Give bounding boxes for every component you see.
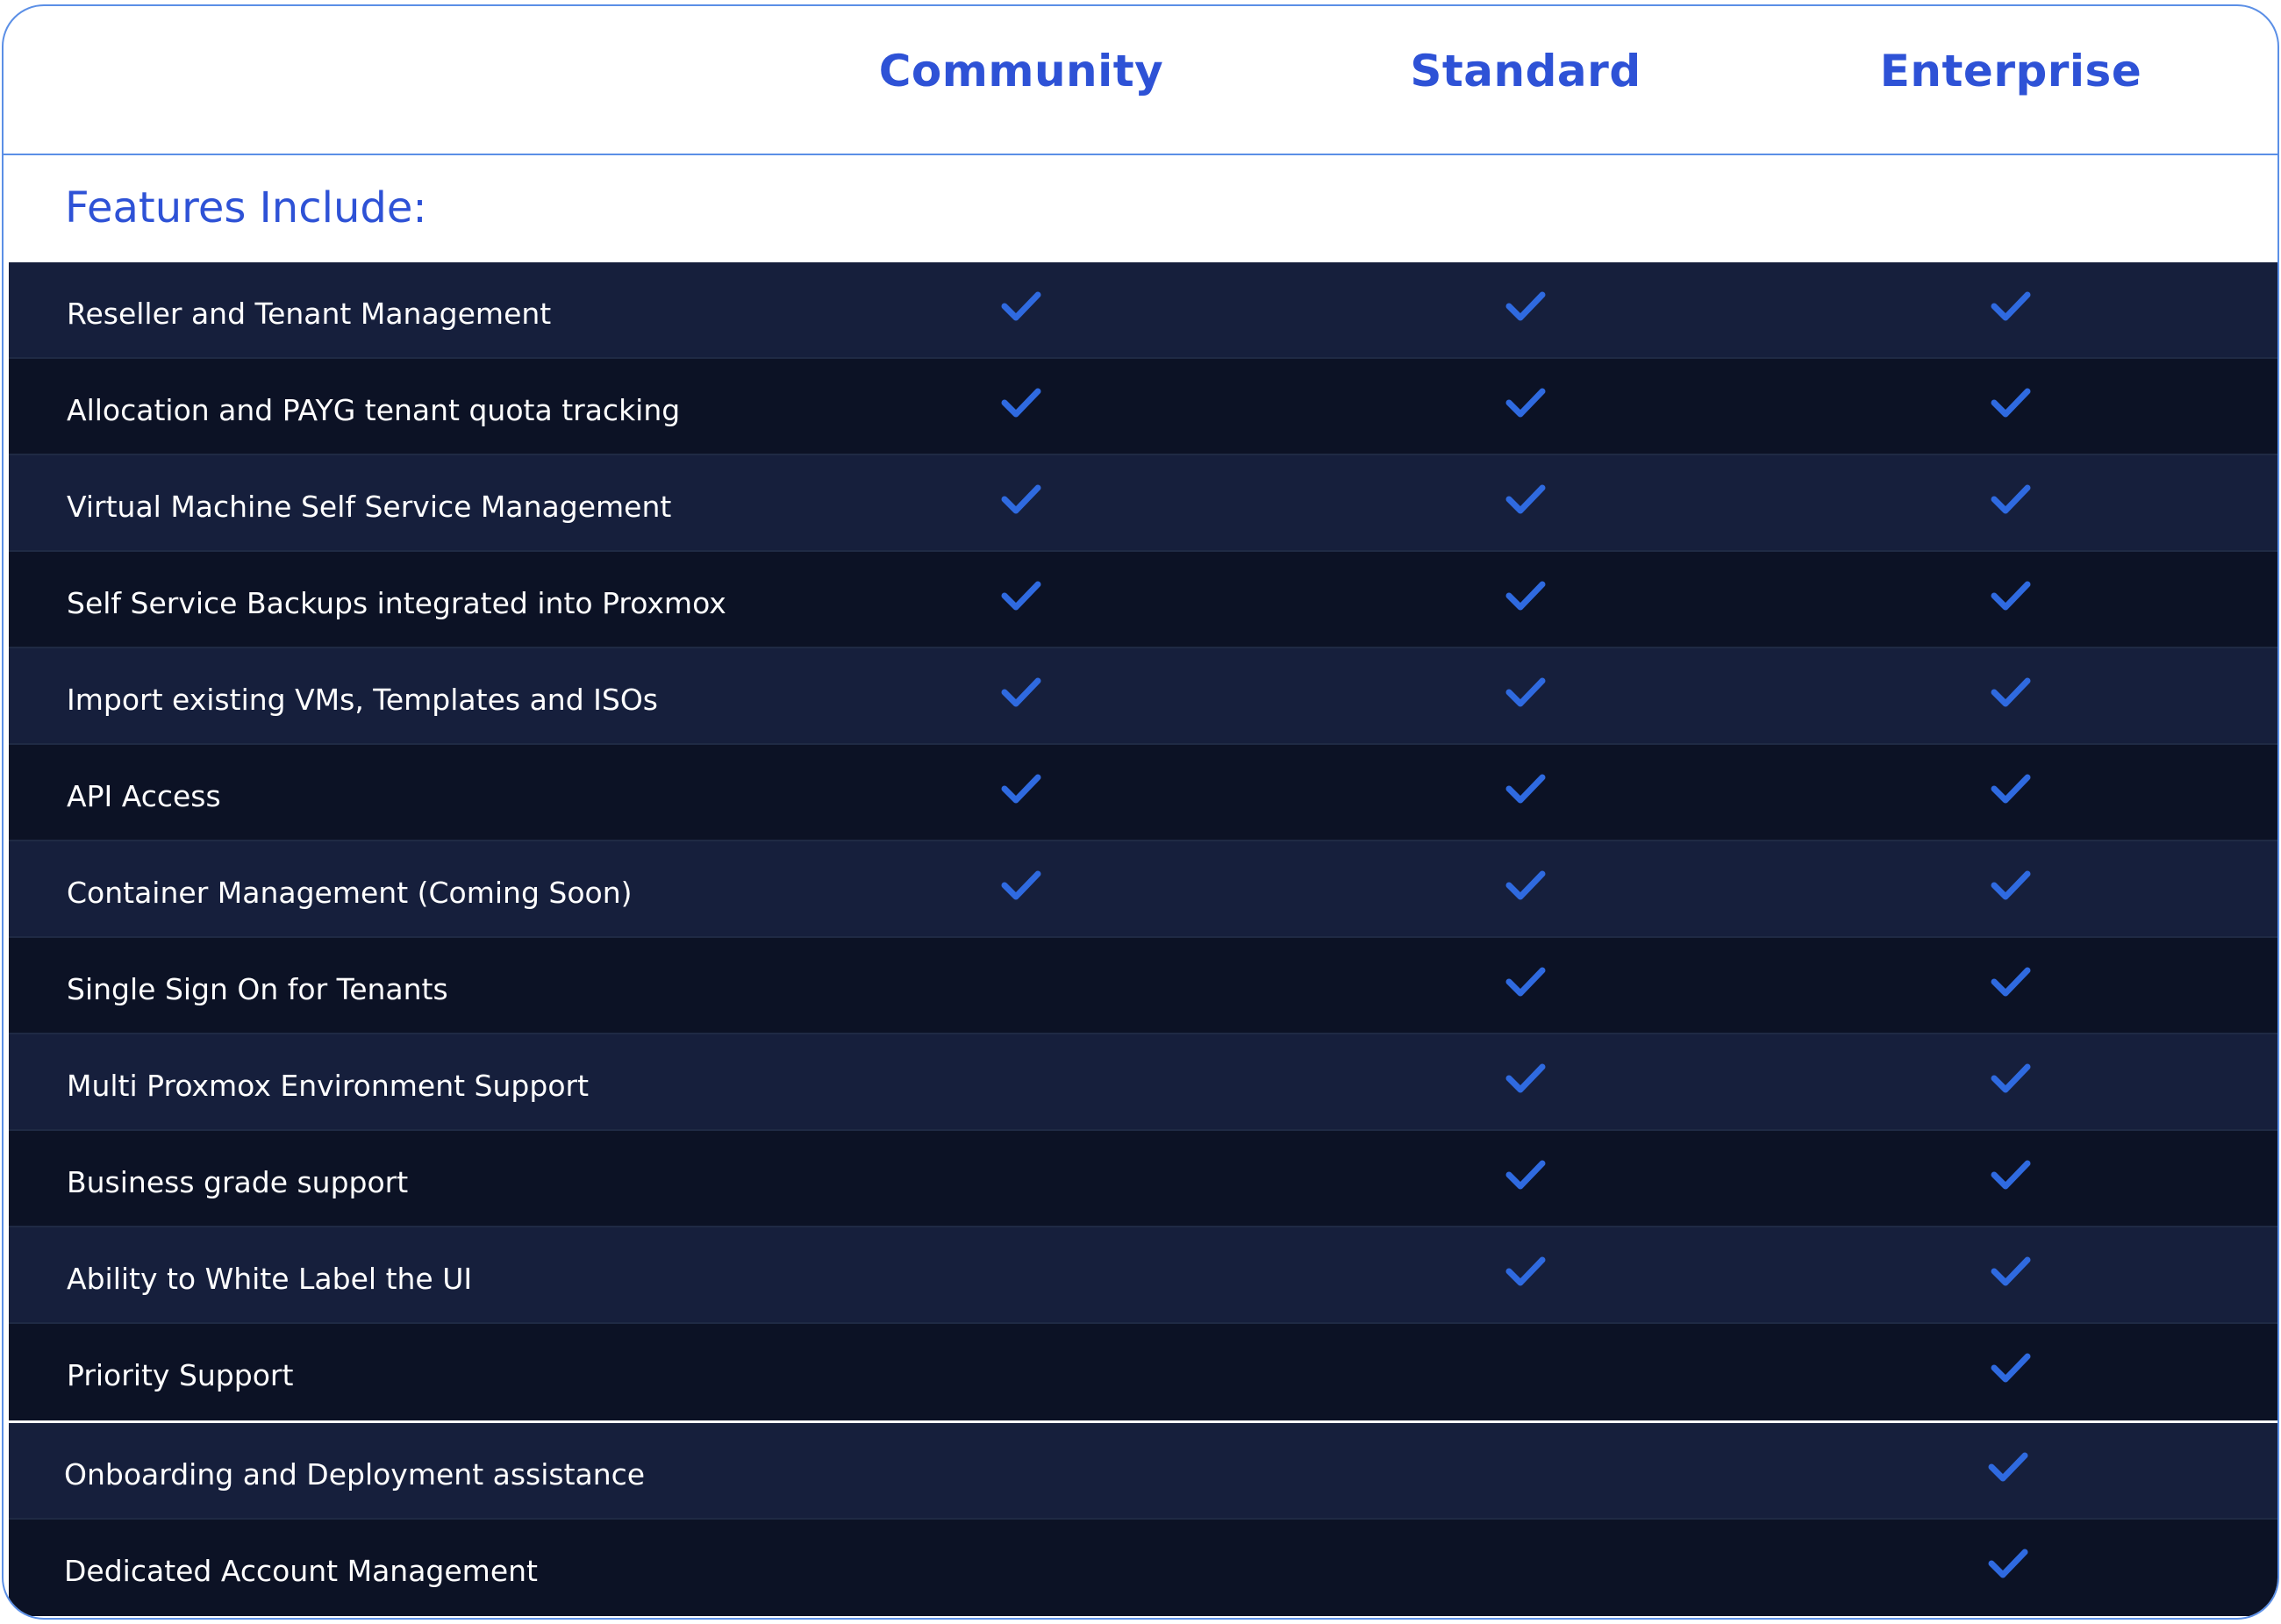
feature-label: Multi Proxmox Environment Support xyxy=(67,1069,590,1103)
feature-row: Single Sign On for Tenants xyxy=(9,938,2277,1034)
feature-row: Allocation and PAYG tenant quota trackin… xyxy=(9,359,2277,455)
checkmark-icon xyxy=(1505,1061,1546,1096)
checkmark-icon xyxy=(1505,482,1546,517)
feature-row: Import existing VMs, Templates and ISOs xyxy=(9,648,2277,745)
checkmark-icon xyxy=(1991,289,2031,324)
feature-label: Single Sign On for Tenants xyxy=(67,972,448,1006)
feature-label: Allocation and PAYG tenant quota trackin… xyxy=(67,393,681,427)
checkmark-icon xyxy=(1991,1157,2031,1192)
feature-table: Reseller and Tenant Management Allocation… xyxy=(9,262,2277,1616)
checkmark-icon xyxy=(1505,385,1546,420)
checkmark-icon xyxy=(1991,482,2031,517)
feature-label: Import existing VMs, Templates and ISOs xyxy=(67,683,658,717)
feature-label: Ability to White Label the UI xyxy=(67,1262,473,1296)
feature-row: Reseller and Tenant Management xyxy=(9,262,2277,359)
feature-label: Container Management (Coming Soon) xyxy=(67,876,633,910)
feature-label: Virtual Machine Self Service Management xyxy=(67,490,672,524)
checkmark-icon xyxy=(1505,964,1546,999)
checkmark-icon xyxy=(1001,578,1041,613)
feature-label: Onboarding and Deployment assistance xyxy=(64,1457,646,1492)
feature-label: Dedicated Account Management xyxy=(64,1554,538,1588)
checkmark-icon xyxy=(1001,385,1041,420)
checkmark-icon xyxy=(1991,675,2031,710)
feature-row: Dedicated Account Management xyxy=(9,1520,2277,1616)
plan-enterprise-heading: Enterprise xyxy=(1879,46,2142,97)
feature-row: Priority Support xyxy=(9,1324,2277,1420)
feature-row: Multi Proxmox Environment Support xyxy=(9,1034,2277,1131)
pricing-comparison-card: Community Standard Enterprise Features I… xyxy=(2,4,2279,1620)
checkmark-icon xyxy=(1001,771,1041,806)
feature-label: Priority Support xyxy=(67,1358,294,1392)
checkmark-icon xyxy=(1505,289,1546,324)
checkmark-icon xyxy=(1001,289,1041,324)
checkmark-icon xyxy=(1505,771,1546,806)
checkmark-icon xyxy=(1991,578,2031,613)
checkmark-icon xyxy=(1991,385,2031,420)
feature-row: Business grade support xyxy=(9,1131,2277,1227)
checkmark-icon xyxy=(1991,1061,2031,1096)
feature-label: Self Service Backups integrated into Pro… xyxy=(67,586,726,620)
checkmark-icon xyxy=(1988,1449,2028,1484)
checkmark-icon xyxy=(1505,868,1546,903)
feature-row: Virtual Machine Self Service Management xyxy=(9,455,2277,552)
checkmark-icon xyxy=(1991,771,2031,806)
feature-row: Onboarding and Deployment assistance xyxy=(9,1423,2277,1520)
checkmark-icon xyxy=(1991,1254,2031,1289)
feature-row: Container Management (Coming Soon) xyxy=(9,841,2277,938)
feature-row: Ability to White Label the UI xyxy=(9,1227,2277,1324)
checkmark-icon xyxy=(1001,675,1041,710)
checkmark-icon xyxy=(1991,868,2031,903)
feature-label: Reseller and Tenant Management xyxy=(67,297,552,331)
checkmark-icon xyxy=(1991,964,2031,999)
checkmark-icon xyxy=(1505,578,1546,613)
feature-row: API Access xyxy=(9,745,2277,841)
feature-label: API Access xyxy=(67,779,221,813)
features-section-title: Features Include: xyxy=(65,183,427,233)
checkmark-icon xyxy=(1505,1157,1546,1192)
checkmark-icon xyxy=(1505,675,1546,710)
plan-standard-heading: Standard xyxy=(1410,46,1641,97)
checkmark-icon xyxy=(1001,868,1041,903)
feature-row: Self Service Backups integrated into Pro… xyxy=(9,552,2277,648)
feature-label: Business grade support xyxy=(67,1165,409,1199)
checkmark-icon xyxy=(1505,1254,1546,1289)
plans-header: Community Standard Enterprise xyxy=(4,6,2277,155)
checkmark-icon xyxy=(1988,1546,2028,1581)
checkmark-icon xyxy=(1991,1350,2031,1385)
plan-community-heading: Community xyxy=(878,46,1164,97)
checkmark-icon xyxy=(1001,482,1041,517)
